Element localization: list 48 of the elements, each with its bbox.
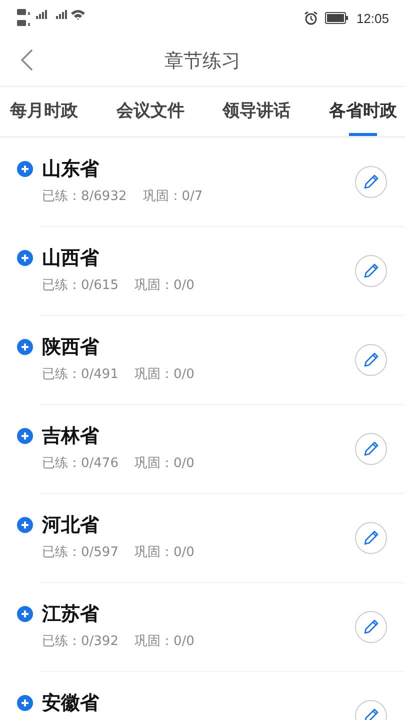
practiced-count: 已练：0/491	[42, 366, 118, 383]
category-tab[interactable]: 各省时政	[328, 87, 397, 136]
practiced-count: 已练：8/6932	[42, 188, 127, 205]
edit-button[interactable]	[355, 433, 387, 465]
pencil-icon	[362, 529, 380, 547]
pencil-icon	[362, 707, 380, 720]
category-tab[interactable]: 每月时政	[10, 87, 78, 136]
pencil-icon	[362, 351, 380, 369]
chapter-name: 江苏省	[42, 603, 99, 626]
category-tab[interactable]: 会议文件	[116, 87, 184, 136]
pencil-icon	[362, 618, 380, 636]
alarm-icon	[304, 11, 318, 25]
expand-icon[interactable]	[17, 695, 33, 712]
expand-icon[interactable]	[17, 606, 33, 622]
review-count: 巩固：0/0	[134, 454, 194, 472]
edit-button[interactable]	[355, 522, 387, 554]
expand-icon[interactable]	[17, 250, 33, 266]
expand-icon[interactable]	[17, 161, 33, 178]
review-count: 巩固：0/0	[134, 544, 194, 561]
chapter-name: 山西省	[42, 247, 99, 270]
practiced-count: 已练：0/615	[42, 276, 118, 294]
status-time: 12:05	[356, 10, 389, 26]
pencil-icon	[362, 262, 380, 280]
review-count: 巩固：0/0	[134, 276, 194, 294]
category-tab[interactable]: 领导讲话	[222, 87, 291, 136]
edit-button[interactable]	[355, 344, 387, 376]
edit-button[interactable]	[355, 611, 387, 643]
chapter-name: 安徽省	[42, 692, 99, 715]
pencil-icon	[362, 173, 380, 191]
back-button[interactable]	[20, 48, 34, 72]
practiced-count: 已练：0/476	[42, 454, 118, 472]
review-count: 巩固：0/7	[142, 188, 203, 205]
review-count: 巩固：0/0	[134, 366, 194, 383]
review-count: 巩固：0/0	[134, 632, 194, 650]
battery-icon	[325, 12, 350, 24]
practiced-count: 已练：0/597	[42, 544, 118, 561]
chapter-name: 陕西省	[42, 336, 99, 359]
chapter-name: 河北省	[42, 514, 99, 537]
edit-button[interactable]	[355, 166, 387, 198]
edit-button[interactable]	[355, 255, 387, 287]
page-title: 章节练习	[164, 49, 240, 74]
practiced-count: 已练：0/392	[42, 632, 118, 650]
chapter-name: 吉林省	[42, 425, 99, 448]
expand-icon[interactable]	[17, 428, 33, 444]
expand-icon[interactable]	[17, 517, 33, 534]
chapter-name: 山东省	[42, 158, 99, 181]
expand-icon[interactable]	[17, 339, 33, 356]
pencil-icon	[362, 440, 380, 458]
